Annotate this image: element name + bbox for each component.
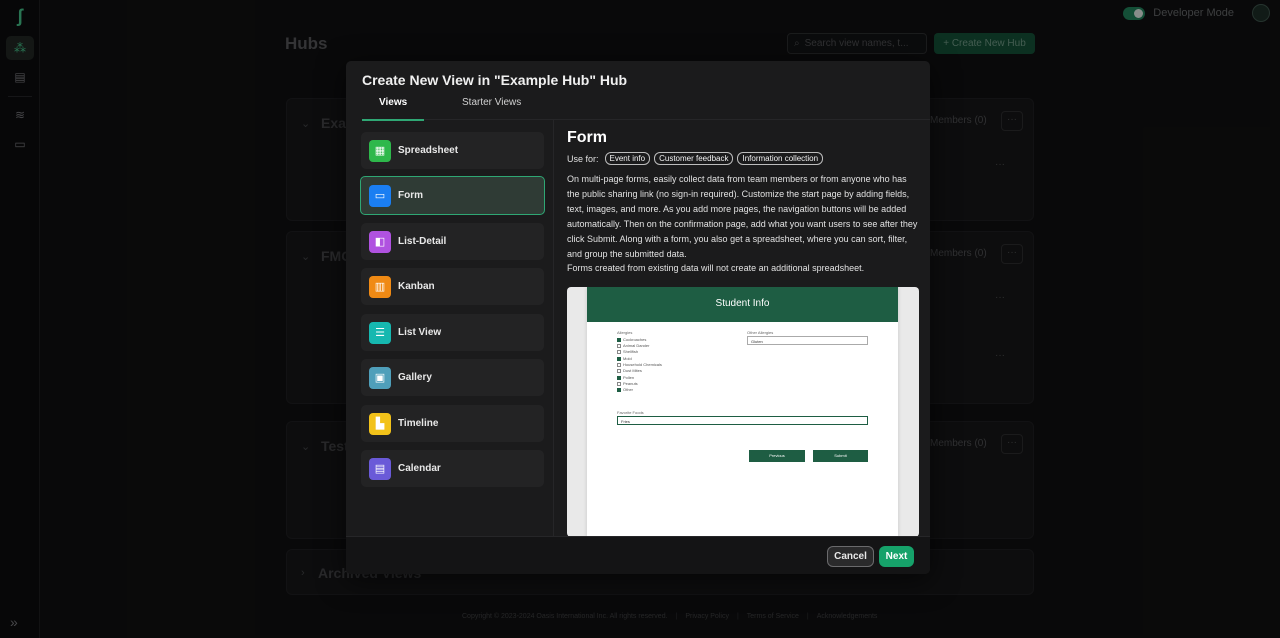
preview-foods-input: Fries (617, 416, 868, 425)
view-option-label: Form (398, 190, 423, 201)
form-icon: ▭ (369, 184, 391, 207)
view-option-label: Gallery (398, 372, 432, 383)
view-option-spreadsheet[interactable]: ▦ Spreadsheet (361, 132, 544, 169)
view-option-list-view[interactable]: ☰ List View (361, 314, 544, 351)
view-type-list: ▦ Spreadsheet ▭ Form ◧ List-Detail ▥ Kan… (346, 120, 554, 536)
use-case-chip: Information collection (737, 152, 824, 165)
preview-checkbox: Shellfish (617, 349, 638, 354)
preview-checkbox: Cockroaches (617, 337, 646, 342)
gallery-icon: ▣ (369, 366, 391, 389)
view-option-label: Timeline (398, 418, 439, 429)
use-for-row: Use for: Event info Customer feedback In… (567, 152, 824, 165)
preview-checkbox: Mold (617, 356, 632, 361)
view-option-timeline[interactable]: ▙ Timeline (361, 405, 544, 442)
modal-title: Create New View in "Example Hub" Hub (362, 72, 628, 88)
preview-other-label: Other Allergies (747, 330, 774, 335)
view-detail-panel: Form Use for: Event info Customer feedba… (554, 120, 930, 536)
preview-submit-button: Submit (813, 450, 868, 462)
detail-title: Form (567, 129, 607, 146)
preview-checkbox: Peanuts (617, 381, 638, 386)
use-for-label: Use for: (567, 153, 599, 164)
view-option-kanban[interactable]: ▥ Kanban (361, 268, 544, 305)
list-view-icon: ☰ (369, 321, 391, 344)
next-button[interactable]: Next (879, 546, 914, 567)
view-option-label: Spreadsheet (398, 145, 459, 156)
preview-allergies-label: Allergies (617, 330, 633, 335)
preview-header: Student Info (587, 287, 898, 322)
view-option-gallery[interactable]: ▣ Gallery (361, 359, 544, 396)
preview-page: Student Info Allergies Cockroaches Anima… (587, 287, 898, 536)
preview-checkbox: Household Chemicals (617, 362, 662, 367)
view-option-label: Calendar (398, 463, 441, 474)
preview-checkbox: Animal Dander (617, 343, 649, 348)
timeline-icon: ▙ (369, 412, 391, 435)
spreadsheet-icon: ▦ (369, 139, 391, 162)
preview-other-input: Gluten (747, 336, 868, 345)
view-option-list-detail[interactable]: ◧ List-Detail (361, 223, 544, 260)
cancel-button[interactable]: Cancel (827, 546, 874, 567)
view-option-calendar[interactable]: ▤ Calendar (361, 450, 544, 487)
preview-checkbox: Pollen (617, 375, 634, 380)
modal-footer: Cancel Next (346, 536, 930, 574)
calendar-icon: ▤ (369, 457, 391, 480)
view-option-label: Kanban (398, 281, 435, 292)
preview-checkbox: Dust Mites (617, 368, 642, 373)
detail-description: On multi-page forms, easily collect data… (567, 174, 918, 259)
preview-previous-button: Previous (749, 450, 805, 462)
preview-checkbox: Other (617, 387, 633, 392)
tab-views[interactable]: Views (361, 97, 425, 121)
kanban-icon: ▥ (369, 275, 391, 298)
detail-note: Forms created from existing data will no… (567, 263, 865, 273)
create-view-modal: Create New View in "Example Hub" Hub Vie… (346, 61, 930, 574)
list-detail-icon: ◧ (369, 230, 391, 253)
form-preview-image: Student Info Allergies Cockroaches Anima… (567, 287, 919, 536)
preview-foods-label: Favorite Foods (617, 410, 644, 415)
view-option-label: List-Detail (398, 236, 447, 247)
modal-tabs: Views Starter Views (361, 95, 930, 121)
view-option-form[interactable]: ▭ Form (360, 176, 545, 215)
view-option-label: List View (398, 327, 442, 338)
use-case-chip: Customer feedback (654, 152, 734, 165)
tab-starter-views[interactable]: Starter Views (462, 97, 521, 120)
use-case-chip: Event info (604, 152, 651, 165)
